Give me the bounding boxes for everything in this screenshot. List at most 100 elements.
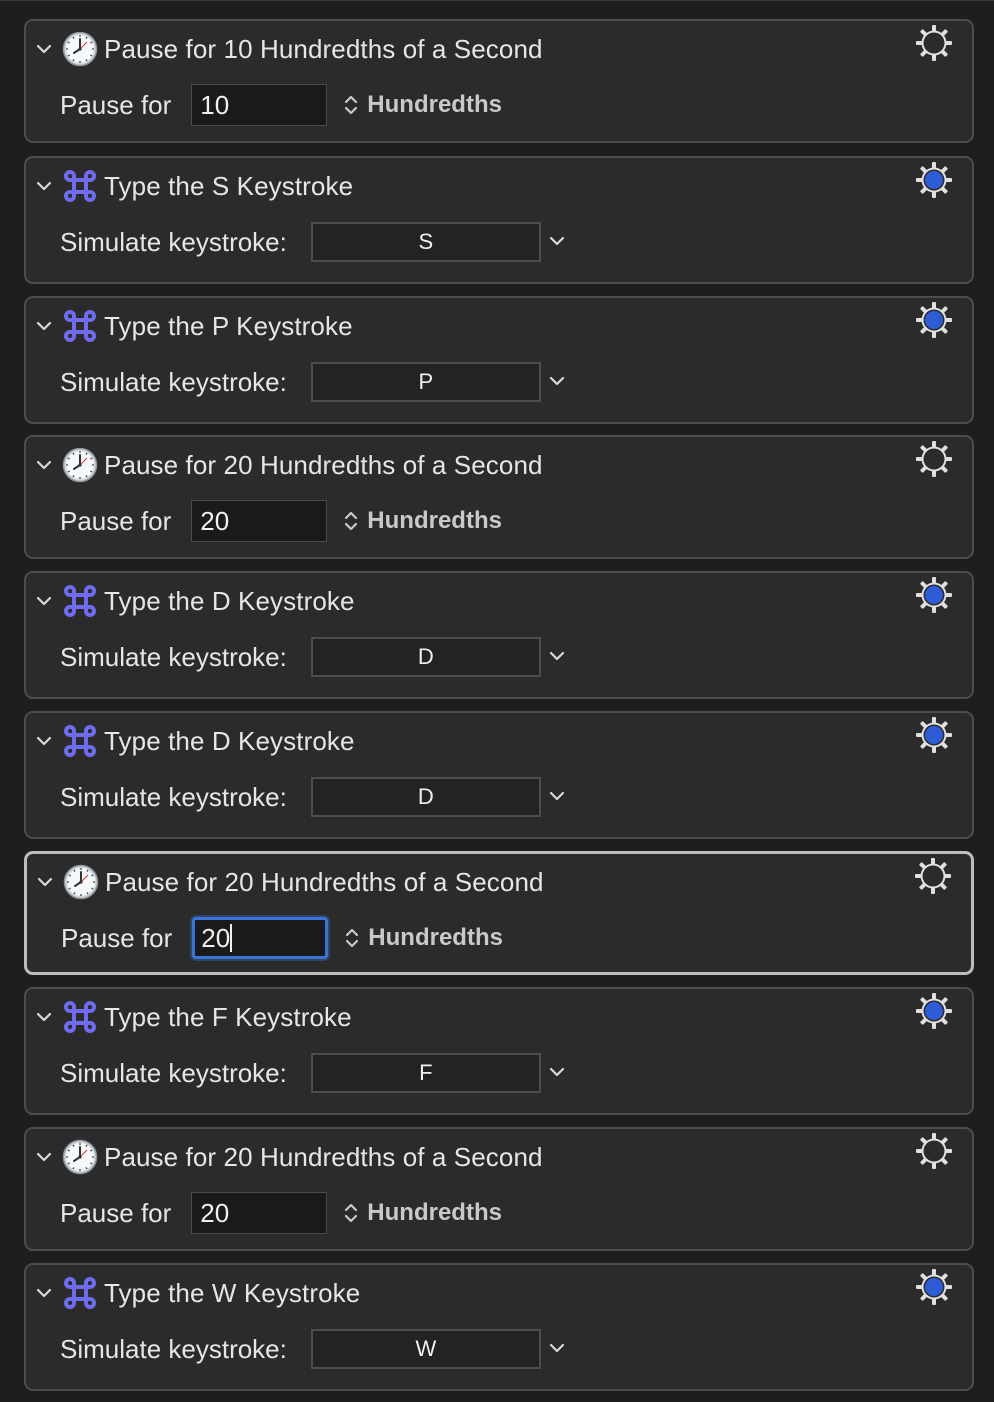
keystroke-field[interactable]: S <box>310 222 541 262</box>
keystroke-field[interactable]: F <box>310 1053 541 1093</box>
unit-popup[interactable]: Hundredths <box>343 91 502 119</box>
gear-enabled-icon[interactable] <box>914 1267 954 1307</box>
keystroke-label: Simulate keystroke: <box>60 366 287 397</box>
chevron-down-icon[interactable] <box>549 648 567 666</box>
pause-label: Pause for <box>60 1197 172 1228</box>
keystroke-label: Simulate keystroke: <box>60 781 287 812</box>
keystroke-action[interactable]: Type the P Keystroke Simulate keystroke:… <box>24 296 974 424</box>
unit-popup[interactable]: Hundredths <box>344 924 503 952</box>
pause-action[interactable]: Pause for 20 Hundredths of a Second Paus… <box>24 1127 974 1251</box>
action-title[interactable]: Type the S Keystroke <box>104 171 353 202</box>
disclosure-chevron-icon[interactable] <box>36 733 52 749</box>
keystroke-label: Simulate keystroke: <box>60 641 287 672</box>
updown-chevron-icon <box>344 925 360 951</box>
updown-chevron-icon <box>343 1200 359 1226</box>
pause-duration-value: 20 <box>201 922 231 953</box>
disclosure-chevron-icon[interactable] <box>36 457 52 473</box>
action-title[interactable]: Pause for 10 Hundredths of a Second <box>104 34 543 65</box>
action-title[interactable]: Pause for 20 Hundredths of a Second <box>104 1142 543 1173</box>
keystroke-value: P <box>418 369 434 394</box>
gear-enabled-icon[interactable] <box>914 300 954 340</box>
action-title[interactable]: Pause for 20 Hundredths of a Second <box>104 450 543 481</box>
gear-icon[interactable] <box>914 23 954 63</box>
pause-label: Pause for <box>60 89 172 120</box>
text-caret <box>230 924 233 952</box>
chevron-down-icon[interactable] <box>549 788 567 806</box>
keystroke-field[interactable]: D <box>310 637 541 677</box>
chevron-down-icon[interactable] <box>549 1064 567 1082</box>
pause-duration-value: 20 <box>200 505 230 536</box>
disclosure-chevron-icon[interactable] <box>36 318 52 334</box>
gear-enabled-icon[interactable] <box>914 160 954 200</box>
disclosure-chevron-icon[interactable] <box>36 1285 52 1301</box>
gear-icon[interactable] <box>914 439 954 479</box>
keystroke-action[interactable]: Type the D Keystroke Simulate keystroke:… <box>24 711 974 839</box>
chevron-down-icon[interactable] <box>549 1340 567 1358</box>
updown-chevron-icon <box>343 92 359 118</box>
action-title[interactable]: Type the W Keystroke <box>104 1278 360 1309</box>
action-title[interactable]: Type the D Keystroke <box>104 586 355 617</box>
clock-icon <box>62 1139 98 1175</box>
command-icon <box>62 583 98 619</box>
keystroke-label: Simulate keystroke: <box>60 1057 287 1088</box>
command-icon <box>62 999 98 1035</box>
gear-enabled-icon[interactable] <box>914 991 954 1031</box>
pause-duration-input[interactable]: 20 <box>192 917 329 959</box>
unit-popup[interactable]: Hundredths <box>343 1199 502 1227</box>
disclosure-chevron-icon[interactable] <box>36 1149 52 1165</box>
keystroke-value: W <box>415 1336 437 1361</box>
disclosure-chevron-icon[interactable] <box>36 178 52 194</box>
disclosure-chevron-icon[interactable] <box>37 874 53 890</box>
gear-icon[interactable] <box>913 856 953 896</box>
pause-duration-value: 20 <box>200 1197 230 1228</box>
clock-icon <box>62 447 98 483</box>
keystroke-action[interactable]: Type the F Keystroke Simulate keystroke:… <box>24 987 974 1115</box>
unit-label: Hundredths <box>367 1199 502 1226</box>
keystroke-value: D <box>417 644 434 669</box>
pause-duration-value: 10 <box>200 89 230 120</box>
keystroke-field[interactable]: W <box>310 1329 541 1369</box>
disclosure-chevron-icon[interactable] <box>36 593 52 609</box>
chevron-down-icon[interactable] <box>549 373 567 391</box>
macro-action-list: Pause for 10 Hundredths of a Second Paus… <box>0 0 994 1402</box>
pause-duration-input[interactable]: 20 <box>191 1192 328 1234</box>
pause-duration-input[interactable]: 20 <box>191 500 328 542</box>
action-title[interactable]: Type the D Keystroke <box>104 726 355 757</box>
command-icon <box>62 168 98 204</box>
gear-icon[interactable] <box>914 1131 954 1171</box>
command-icon <box>62 723 98 759</box>
disclosure-chevron-icon[interactable] <box>36 41 52 57</box>
gear-enabled-icon[interactable] <box>914 715 954 755</box>
pause-action[interactable]: Pause for 10 Hundredths of a Second Paus… <box>24 19 974 143</box>
keystroke-field[interactable]: P <box>310 362 541 402</box>
keystroke-value: F <box>419 1060 433 1085</box>
updown-chevron-icon <box>343 508 359 534</box>
keystroke-field[interactable]: D <box>310 777 541 817</box>
action-title[interactable]: Pause for 20 Hundredths of a Second <box>105 867 544 898</box>
keystroke-action[interactable]: Type the W Keystroke Simulate keystroke:… <box>24 1263 974 1391</box>
command-icon <box>62 1275 98 1311</box>
pause-action[interactable]: Pause for 20 Hundredths of a Second Paus… <box>24 851 974 975</box>
keystroke-action[interactable]: Type the S Keystroke Simulate keystroke:… <box>24 156 974 284</box>
unit-label: Hundredths <box>368 924 503 951</box>
disclosure-chevron-icon[interactable] <box>36 1009 52 1025</box>
pause-action[interactable]: Pause for 20 Hundredths of a Second Paus… <box>24 435 974 559</box>
unit-label: Hundredths <box>367 91 502 118</box>
pause-label: Pause for <box>60 505 172 536</box>
pause-label: Pause for <box>61 922 173 953</box>
keystroke-action[interactable]: Type the D Keystroke Simulate keystroke:… <box>24 571 974 699</box>
chevron-down-icon[interactable] <box>549 233 567 251</box>
command-icon <box>62 308 98 344</box>
action-title[interactable]: Type the F Keystroke <box>104 1002 352 1033</box>
pause-duration-input[interactable]: 10 <box>191 84 328 126</box>
clock-icon <box>63 864 99 900</box>
keystroke-value: S <box>418 229 434 254</box>
keystroke-label: Simulate keystroke: <box>60 226 287 257</box>
gear-enabled-icon[interactable] <box>914 575 954 615</box>
action-title[interactable]: Type the P Keystroke <box>104 311 353 342</box>
unit-label: Hundredths <box>367 507 502 534</box>
keystroke-label: Simulate keystroke: <box>60 1333 287 1364</box>
clock-icon <box>62 31 98 67</box>
keystroke-value: D <box>417 784 434 809</box>
unit-popup[interactable]: Hundredths <box>343 507 502 535</box>
